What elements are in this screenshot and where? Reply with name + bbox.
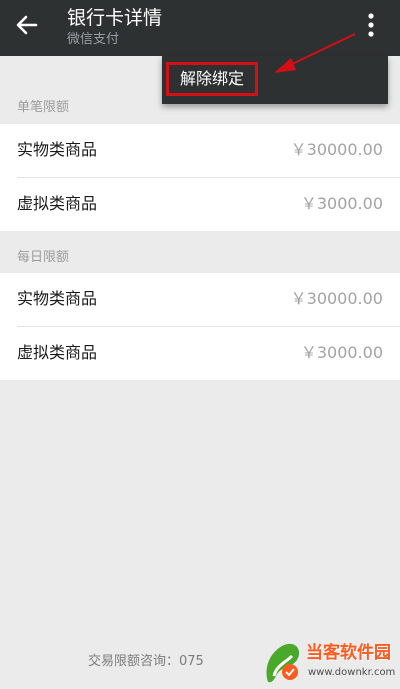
item-name: 虚拟类商品 — [17, 194, 98, 213]
more-vertical-icon — [368, 13, 374, 41]
section-label-single-limit: 单笔限额 — [17, 100, 70, 115]
more-menu-button[interactable] — [356, 8, 386, 46]
list-item[interactable]: 实物类商品 ￥30000.00 — [0, 273, 400, 326]
list-item[interactable]: 虚拟类商品 ￥3000.00 — [0, 178, 400, 231]
watermark: 当客软件园 www.downkr.com — [262, 640, 400, 689]
item-name: 实物类商品 — [17, 289, 98, 308]
item-name: 实物类商品 — [17, 140, 98, 159]
daily-limit-list: 实物类商品 ￥30000.00 虚拟类商品 ￥3000.00 — [0, 273, 400, 380]
app-header: 银行卡详情 微信支付 — [0, 0, 400, 56]
list-item[interactable]: 虚拟类商品 ￥3000.00 — [0, 327, 400, 380]
watermark-url: www.downkr.com — [308, 667, 396, 678]
page-subtitle: 微信支付 — [67, 32, 120, 47]
watermark-name: 当客软件园 — [306, 643, 391, 663]
back-button[interactable] — [10, 10, 44, 44]
item-name: 虚拟类商品 — [17, 343, 98, 362]
page-title: 银行卡详情 — [67, 7, 163, 29]
list-item[interactable]: 实物类商品 ￥30000.00 — [0, 124, 400, 177]
limit-inquiry-text: 交易限额咨询：075 — [88, 654, 204, 669]
item-amount: ￥30000.00 — [290, 289, 383, 308]
section-label-daily-limit: 每日限额 — [17, 250, 70, 265]
watermark-logo-icon — [266, 643, 300, 683]
item-amount: ￥3000.00 — [300, 343, 383, 362]
item-amount: ￥3000.00 — [300, 194, 383, 213]
single-limit-list: 实物类商品 ￥30000.00 虚拟类商品 ￥3000.00 — [0, 124, 400, 231]
unbind-card-menu-item[interactable]: 解除绑定 — [166, 62, 258, 96]
overflow-menu: 解除绑定 — [162, 56, 388, 104]
arrow-left-icon — [16, 15, 38, 39]
item-amount: ￥30000.00 — [290, 140, 383, 159]
